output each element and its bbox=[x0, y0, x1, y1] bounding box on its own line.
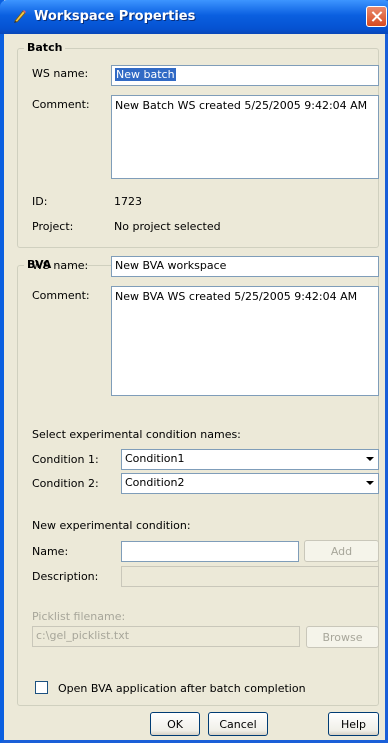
batch-id-label: ID: bbox=[32, 195, 48, 208]
help-button[interactable]: Help bbox=[328, 712, 379, 736]
bva-ws-name-label: WS name: bbox=[32, 259, 89, 272]
bva-comment-textarea[interactable]: New BVA WS created 5/25/2005 9:42:04 AM bbox=[111, 286, 379, 396]
batch-project-value: No project selected bbox=[114, 220, 221, 233]
bva-comment-label: Comment: bbox=[32, 289, 90, 302]
window-title: Workspace Properties bbox=[34, 9, 196, 24]
condition2-label: Condition 2: bbox=[32, 477, 99, 490]
condition1-value: Condition1 bbox=[125, 452, 185, 465]
picklist-input[interactable]: c:\gel_picklist.txt bbox=[32, 626, 300, 647]
batch-comment-label: Comment: bbox=[32, 98, 90, 111]
browse-button[interactable]: Browse bbox=[306, 626, 379, 648]
cancel-button[interactable]: Cancel bbox=[208, 712, 268, 736]
pencil-icon bbox=[14, 10, 26, 23]
select-conditions-label: Select experimental condition names: bbox=[32, 428, 241, 441]
new-condition-label: New experimental condition: bbox=[32, 519, 191, 532]
picklist-label: Picklist filename: bbox=[32, 610, 126, 623]
condition1-label: Condition 1: bbox=[32, 453, 99, 466]
workspace-properties-dialog: Workspace Properties Batch WS name: New … bbox=[0, 0, 388, 743]
open-bva-label: Open BVA application after batch complet… bbox=[58, 682, 306, 695]
ok-button[interactable]: OK bbox=[150, 712, 200, 736]
batch-ws-name-input[interactable]: New batch bbox=[111, 65, 379, 86]
add-button[interactable]: Add bbox=[304, 540, 379, 562]
open-bva-checkbox[interactable] bbox=[35, 681, 48, 694]
name-label: Name: bbox=[32, 545, 69, 558]
close-button[interactable] bbox=[366, 6, 387, 27]
description-label: Description: bbox=[32, 570, 99, 583]
condition2-select[interactable]: Condition2 bbox=[121, 473, 379, 494]
batch-comment-textarea[interactable]: New Batch WS created 5/25/2005 9:42:04 A… bbox=[111, 95, 379, 179]
batch-ws-name-value: New batch bbox=[115, 68, 176, 81]
batch-group-label: Batch bbox=[24, 41, 66, 54]
chevron-down-icon[interactable] bbox=[361, 474, 378, 493]
batch-id-value: 1723 bbox=[114, 195, 142, 208]
batch-ws-name-label: WS name: bbox=[32, 67, 89, 80]
title-bar[interactable]: Workspace Properties bbox=[0, 0, 388, 34]
bva-ws-name-input[interactable]: New BVA workspace bbox=[111, 256, 379, 277]
condition1-select[interactable]: Condition1 bbox=[121, 449, 379, 470]
description-input[interactable] bbox=[121, 566, 379, 587]
chevron-down-icon[interactable] bbox=[361, 450, 378, 469]
name-input[interactable] bbox=[121, 541, 299, 562]
condition2-value: Condition2 bbox=[125, 476, 185, 489]
batch-project-label: Project: bbox=[32, 220, 74, 233]
